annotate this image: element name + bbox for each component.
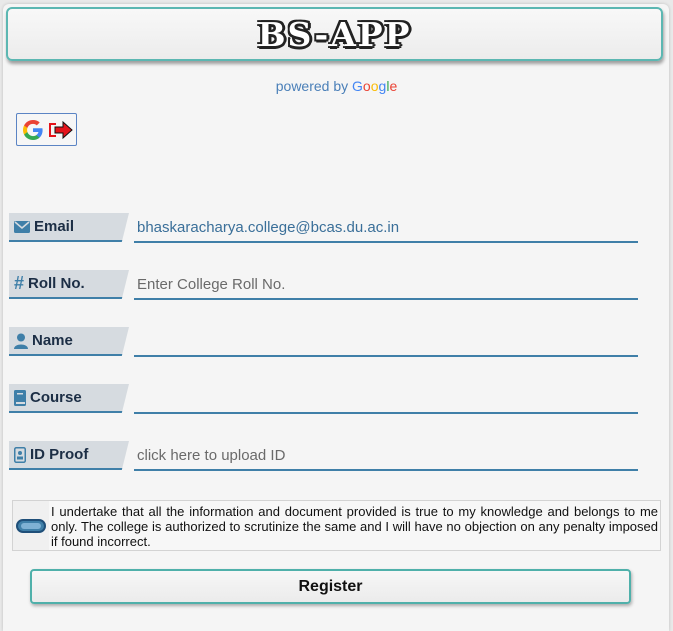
declaration-toggle[interactable] [16,518,46,533]
roll-row: # Roll No. [9,270,639,300]
declaration-box: I undertake that all the information and… [12,500,661,551]
name-field[interactable] [134,327,638,357]
roll-label: # Roll No. [9,270,129,299]
hash-icon: # [14,273,25,293]
app-header: BS-APP [6,7,663,61]
google-signout-button[interactable] [16,113,77,146]
course-field[interactable] [134,384,638,414]
id-proof-label: ID Proof [9,441,129,470]
id-proof-label-text: ID Proof [30,446,89,463]
course-row: Course [9,384,639,414]
google-letter: o [362,78,371,94]
book-icon [14,389,26,406]
app-title: BS-APP [257,14,412,54]
name-label: Name [9,327,129,356]
google-letter: G [352,78,363,94]
sign-out-icon [48,120,73,139]
roll-label-text: Roll No. [28,275,85,292]
powered-by-prefix: powered by [275,78,353,94]
id-proof-upload-field[interactable] [134,441,638,471]
google-g-icon [22,119,43,140]
name-row: Name [9,327,639,357]
name-label-text: Name [32,332,73,349]
powered-by-google: powered by Google [0,78,673,94]
email-label-text: Email [34,218,75,235]
course-label-text: Course [30,389,82,406]
user-icon [14,333,28,349]
google-letter: e [389,78,398,94]
google-letter: o [370,78,379,94]
email-label: Email [9,213,129,242]
course-label: Course [9,384,129,413]
google-wordmark: Google [352,78,397,94]
envelope-icon [14,220,30,233]
id-card-icon [14,446,26,463]
email-row: Email [9,213,639,243]
register-button[interactable]: Register [30,569,631,604]
declaration-toggle-wrapper [13,501,49,550]
roll-number-field[interactable] [134,270,638,300]
declaration-text: I undertake that all the information and… [49,501,660,550]
email-field[interactable] [134,213,638,243]
id-proof-row: ID Proof [9,441,639,471]
